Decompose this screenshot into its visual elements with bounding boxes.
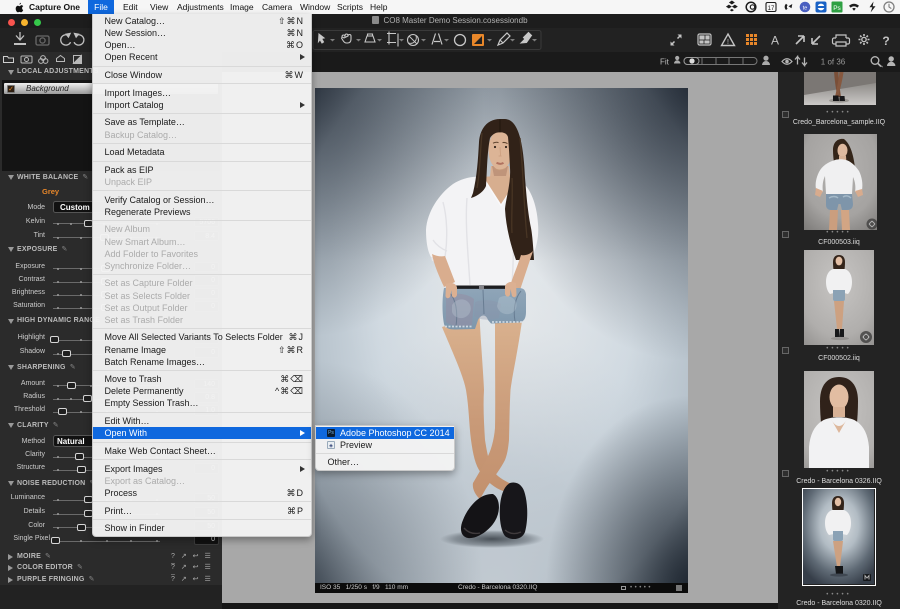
svg-text:17: 17: [768, 6, 775, 12]
svg-text:!: !: [727, 39, 729, 46]
svg-text:?: ?: [882, 34, 889, 48]
svg-text:1 of 36: 1 of 36: [821, 58, 846, 67]
svg-text:Fit: Fit: [660, 58, 670, 67]
svg-text:A: A: [771, 34, 779, 48]
svg-text:Ps: Ps: [833, 5, 841, 12]
svg-text:te: te: [803, 5, 808, 11]
